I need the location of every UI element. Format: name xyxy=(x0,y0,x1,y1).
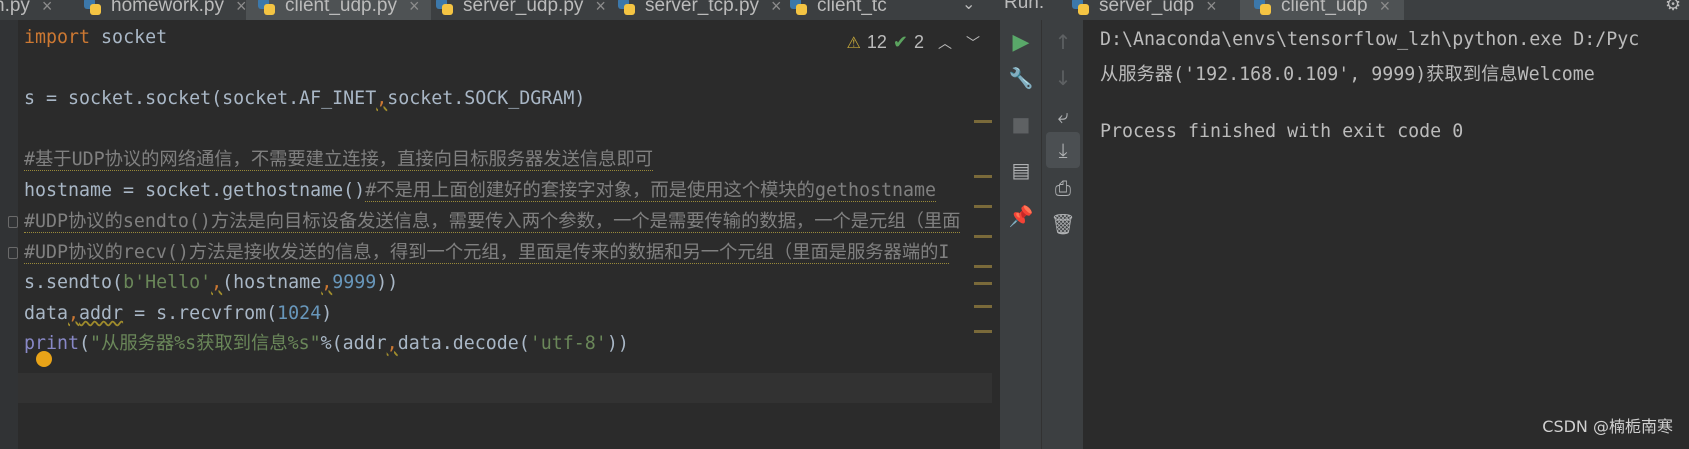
close-icon[interactable]: × xyxy=(42,0,53,17)
code-line-9: s.sendto(b'Hello',(hostname,9999)) xyxy=(24,272,399,293)
tab-client-tc[interactable]: client_tc xyxy=(790,0,887,20)
python-file-icon xyxy=(618,0,635,15)
console-line: D:\Anaconda\envs\tensorflow_lzh\python.e… xyxy=(1100,29,1640,50)
code-line-6: hostname = socket.gethostname()#不是用上面创建好… xyxy=(24,180,937,202)
stop-icon[interactable]: ■ xyxy=(1000,106,1042,142)
weak-warning-count: 2 xyxy=(913,32,924,52)
close-icon[interactable]: × xyxy=(771,0,782,17)
python-file-icon xyxy=(790,0,807,15)
error-stripe-mark[interactable] xyxy=(974,205,992,208)
error-stripe-mark[interactable] xyxy=(974,175,992,178)
watermark: CSDN @楠栀南寒 xyxy=(1542,417,1673,436)
python-run-icon xyxy=(1072,0,1089,15)
chevron-down-icon[interactable]: ﹀ xyxy=(966,33,980,53)
soft-wrap-icon[interactable]: ⤶ xyxy=(1042,98,1084,134)
tab-label: server_tcp.py xyxy=(645,0,760,16)
close-icon[interactable]: × xyxy=(595,0,606,17)
error-stripe-mark[interactable] xyxy=(974,120,992,123)
code-line-8: #UDP协议的recv()方法是接收发送的信息，得到一个元组，里面是传来的数据和… xyxy=(24,242,950,264)
gear-icon[interactable]: ⚙ xyxy=(1665,0,1681,15)
code-line-3: s = socket.socket(socket.AF_INET,socket.… xyxy=(24,88,586,109)
error-stripe-mark[interactable] xyxy=(974,305,992,308)
weak-warning-icon: ✔ xyxy=(892,32,908,52)
close-icon[interactable]: × xyxy=(1380,0,1391,17)
tab-client-udp-py[interactable]: client_udp.py × xyxy=(246,0,432,20)
python-file-icon xyxy=(436,0,453,15)
editor-gutter xyxy=(0,20,18,449)
run-panel-header: Run: server_udp × client_udp × xyxy=(1000,0,1689,20)
code-line-10: data,addr = s.recvfrom(1024) xyxy=(24,303,333,324)
tab-server-tcp-py[interactable]: server_tcp.py × xyxy=(618,0,782,20)
chevron-down-icon[interactable]: ⌄ xyxy=(962,0,975,13)
print-icon[interactable]: ⎙ xyxy=(1042,170,1084,206)
python-run-icon xyxy=(1254,0,1271,15)
chevron-up-icon[interactable]: ︿ xyxy=(938,33,952,53)
pin-icon[interactable]: 📌 xyxy=(1000,198,1042,234)
error-stripe-mark[interactable] xyxy=(974,330,992,333)
error-stripe-mark[interactable] xyxy=(974,235,992,238)
layout-icon[interactable]: ▤ xyxy=(1000,152,1042,188)
warning-icon: ⚠ xyxy=(846,34,861,52)
close-icon[interactable]: × xyxy=(236,0,247,17)
warning-count: 12 xyxy=(866,32,887,52)
tab-homework-py[interactable]: homework.py × xyxy=(84,0,247,20)
close-icon[interactable]: × xyxy=(1206,0,1217,17)
error-stripe-mark[interactable] xyxy=(974,282,992,285)
run-tab-label: server_udp xyxy=(1099,0,1195,16)
current-line-highlight xyxy=(18,373,992,403)
fold-icon[interactable] xyxy=(8,216,18,228)
editor-tab-bar: n.py × homework.py × client_udp.py × ser… xyxy=(0,0,1000,20)
python-file-icon xyxy=(84,0,101,15)
run-tab-client-udp[interactable]: client_udp × xyxy=(1240,0,1405,20)
python-file-icon xyxy=(258,0,275,15)
tab-label: client_tc xyxy=(817,0,887,16)
code-editor[interactable]: ⚠ 12 ✔ 2 ︿ ﹀ import socket s = socket.so… xyxy=(0,20,992,449)
run-console-output[interactable]: D:\Anaconda\envs\tensorflow_lzh\python.e… xyxy=(1084,20,1689,449)
tab-label: homework.py xyxy=(111,0,224,16)
tab-label: client_udp.py xyxy=(285,0,397,16)
code-line-5: #基于UDP协议的网络通信，不需要建立连接，直接向目标服务器发送信息即可 xyxy=(24,149,654,171)
inspection-widget[interactable]: ⚠ 12 ✔ 2 ︿ ﹀ xyxy=(847,32,980,53)
console-line: Process finished with exit code 0 xyxy=(1100,121,1464,142)
code-line-1: import socket xyxy=(24,27,168,48)
trash-icon[interactable]: 🗑 xyxy=(1042,206,1084,242)
tab-label: n.py xyxy=(0,0,30,16)
run-tab-server-udp[interactable]: server_udp × xyxy=(1072,0,1217,20)
arrow-down-icon[interactable]: ↓ xyxy=(1042,60,1084,96)
arrow-up-icon[interactable]: ↑ xyxy=(1042,24,1084,60)
close-icon[interactable]: × xyxy=(409,0,420,17)
code-line-7: #UDP协议的sendto()方法是向目标设备发送信息，需要传入两个参数，一个是… xyxy=(24,211,961,233)
run-tab-label: client_udp xyxy=(1281,0,1368,16)
console-line: 从服务器('192.168.0.109', 9999)获取到信息Welcome xyxy=(1100,64,1595,85)
tab-server-udp-py[interactable]: server_udp.py × xyxy=(436,0,606,20)
run-toolbar-secondary: ↑ ↓ ⤶ ⤓ ⎙ 🗑 xyxy=(1042,20,1084,449)
run-toolbar-primary: ▶ 🔧 ■ ▤ 📌 xyxy=(1000,20,1042,449)
wrench-icon[interactable]: 🔧 xyxy=(1000,60,1042,96)
fold-icon[interactable] xyxy=(8,247,18,259)
tab-label: server_udp.py xyxy=(463,0,584,16)
run-label: Run: xyxy=(1004,0,1045,13)
rerun-icon[interactable]: ▶ xyxy=(1000,24,1042,60)
tab-n-py[interactable]: n.py × xyxy=(0,0,52,20)
scroll-to-end-icon[interactable]: ⤓ xyxy=(1046,132,1080,168)
error-stripe-mark[interactable] xyxy=(974,265,992,268)
code-line-11: print("从服务器%s获取到信息%s"%(addr,data.decode(… xyxy=(24,333,629,354)
